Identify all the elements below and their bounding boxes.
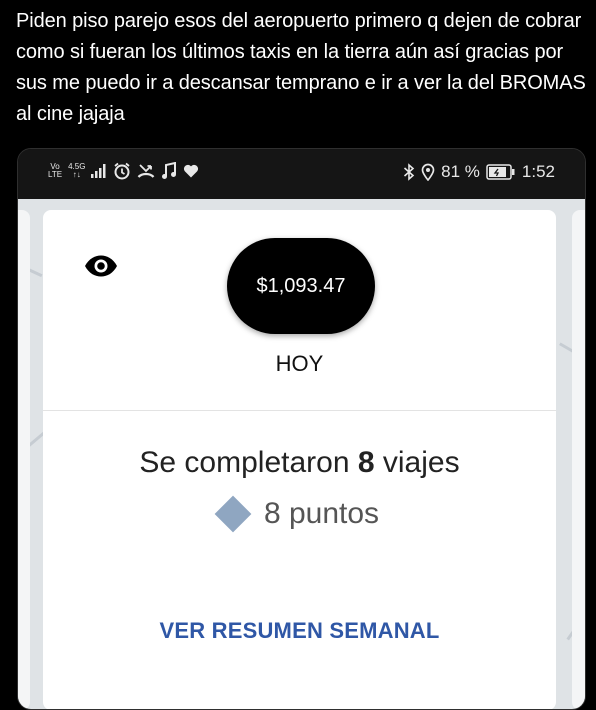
period-label: HOY: [275, 351, 324, 376]
earnings-amount: $1,093.47: [256, 274, 346, 297]
location-pin-icon: [421, 163, 435, 181]
card-divider: [43, 410, 556, 411]
tweet-text: Piden piso parejo esos del aeropuerto pr…: [16, 10, 586, 125]
earnings-balance-button[interactable]: $1,093.47: [227, 238, 375, 334]
battery-icon: [486, 164, 516, 180]
points-row: 8 puntos: [43, 495, 556, 533]
trips-completed-text: Se completaron 8 viajes: [139, 446, 460, 479]
battery-percent: 81 %: [441, 162, 480, 181]
network-type: 4.5G ↑↓: [68, 162, 86, 179]
eye-icon[interactable]: [83, 254, 119, 278]
status-bar: Vo LTE 4.5G ↑↓ 81 % 1:52: [18, 149, 585, 199]
previous-card-edge[interactable]: [18, 210, 30, 709]
screenshot-image: Vo LTE 4.5G ↑↓ 81 % 1:52 $1,093.47 HOY S…: [17, 148, 586, 710]
clock-time: 1:52: [521, 162, 555, 181]
diamond-icon: [214, 495, 252, 533]
weekly-summary-link[interactable]: VER RESUMEN SEMANAL: [43, 618, 556, 644]
earnings-card: $1,093.47 HOY Se completaron 8 viajes 8 …: [43, 210, 556, 709]
points-text: 8 puntos: [263, 497, 380, 530]
carrier-volte: Vo LTE: [48, 162, 63, 179]
music-note-icon: [161, 162, 177, 180]
trips-count: 8: [357, 446, 375, 479]
alarm-clock-icon: [113, 162, 131, 180]
heart-icon: [183, 163, 199, 179]
missed-call-icon: [137, 162, 155, 180]
signal-bars-icon: [91, 164, 107, 178]
next-card-edge[interactable]: [572, 210, 585, 709]
bluetooth-icon: [403, 163, 415, 181]
